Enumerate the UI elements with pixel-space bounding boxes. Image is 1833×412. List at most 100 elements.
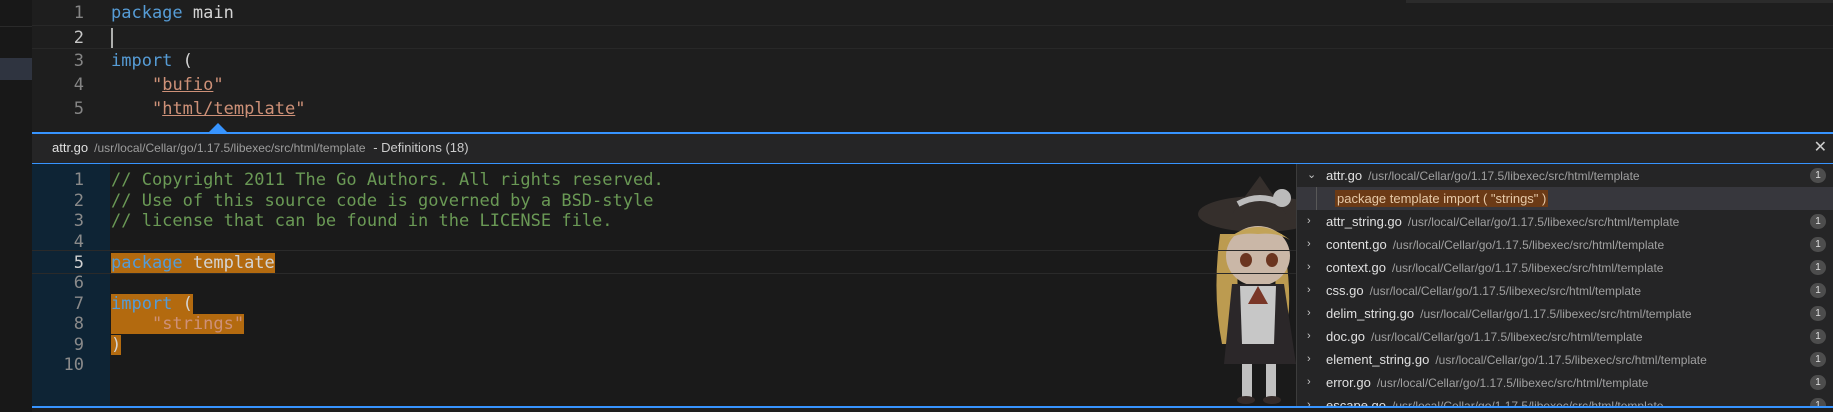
reference-match-item[interactable]: package template import ( "strings" ) bbox=[1297, 187, 1833, 210]
reference-file-name: css.go bbox=[1326, 283, 1364, 298]
code-token: main bbox=[182, 3, 234, 23]
reference-file-label: doc.go/usr/local/Cellar/go/1.17.5/libexe… bbox=[1326, 325, 1643, 349]
code-token: ( bbox=[172, 51, 193, 71]
reference-count-badge: 1 bbox=[1810, 283, 1826, 298]
reference-file-name: attr_string.go bbox=[1326, 214, 1402, 229]
close-icon[interactable]: ✕ bbox=[1814, 134, 1827, 162]
tree-indent-guide bbox=[1316, 187, 1317, 210]
reference-file-name: escape.go bbox=[1326, 398, 1386, 406]
code-token: import bbox=[111, 293, 173, 314]
activity-divider bbox=[0, 26, 32, 27]
reference-file-item[interactable]: › attr_string.go/usr/local/Cellar/go/1.17… bbox=[1297, 210, 1833, 233]
code-token: // Copyright 2011 The Go Authors. All ri… bbox=[111, 170, 664, 190]
reference-file-name: element_string.go bbox=[1326, 352, 1430, 367]
chevron-right-icon[interactable]: › bbox=[1307, 210, 1311, 233]
line-number: 2 bbox=[73, 28, 84, 48]
code-token bbox=[111, 314, 152, 335]
reference-match-text: package template import ( "strings" ) bbox=[1335, 190, 1549, 207]
reference-count-badge: 1 bbox=[1810, 260, 1826, 275]
chevron-right-icon[interactable]: › bbox=[1307, 279, 1311, 302]
reference-file-name: error.go bbox=[1326, 375, 1371, 390]
peek-pointer-arrow bbox=[209, 123, 227, 132]
main-editor[interactable]: 1 package main 2 3 import (4 "bufio" 5 "html/… bbox=[32, 0, 1833, 132]
code-text: "bufio" bbox=[111, 73, 224, 97]
reference-count-badge: 1 bbox=[1810, 398, 1826, 406]
chevron-right-icon[interactable]: › bbox=[1307, 233, 1311, 256]
code-token: " bbox=[295, 99, 306, 119]
reference-file-label: attr_string.go/usr/local/Cellar/go/1.17.… bbox=[1326, 210, 1679, 234]
code-text: import ( bbox=[111, 49, 193, 73]
code-text: package main bbox=[111, 1, 234, 25]
chevron-right-icon[interactable]: › bbox=[1307, 348, 1311, 371]
reference-file-path: /usr/local/Cellar/go/1.17.5/libexec/src/… bbox=[1435, 353, 1707, 367]
line-number: 5 bbox=[73, 99, 84, 119]
reference-file-item[interactable]: › element_string.go/usr/local/Cellar/go/1… bbox=[1297, 348, 1833, 371]
reference-file-path: /usr/local/Cellar/go/1.17.5/libexec/src/… bbox=[1369, 284, 1642, 298]
chevron-right-icon[interactable]: › bbox=[1307, 371, 1311, 394]
reference-file-path: /usr/local/Cellar/go/1.17.5/libexec/src/… bbox=[1392, 238, 1665, 252]
peek-file-name: attr.go bbox=[52, 140, 89, 155]
reference-file-name: context.go bbox=[1326, 260, 1386, 275]
peek-references-tree[interactable]: ⌄ attr.go/usr/local/Cellar/go/1.17.5/libe… bbox=[1296, 164, 1833, 406]
reference-file-path: /usr/local/Cellar/go/1.17.5/libexec/src/… bbox=[1407, 215, 1680, 229]
code-token: " bbox=[213, 75, 224, 95]
code-token: ) bbox=[111, 334, 122, 355]
reference-file-item[interactable]: › context.go/usr/local/Cellar/go/1.17.5/l… bbox=[1297, 256, 1833, 279]
code-line[interactable]: 1 package main bbox=[32, 1, 1833, 25]
peek-code-line[interactable]: 10 bbox=[32, 353, 1296, 377]
chevron-right-icon[interactable]: › bbox=[1307, 302, 1311, 325]
reference-file-item[interactable]: › doc.go/usr/local/Cellar/go/1.17.5/libex… bbox=[1297, 325, 1833, 348]
code-token: "strings" bbox=[151, 314, 245, 335]
reference-file-path: /usr/local/Cellar/go/1.17.5/libexec/src/… bbox=[1420, 307, 1692, 321]
code-token: ( bbox=[172, 293, 193, 314]
reference-file-name: delim_string.go bbox=[1326, 306, 1415, 321]
reference-file-name: doc.go bbox=[1326, 329, 1366, 344]
reference-file-label: element_string.go/usr/local/Cellar/go/1.… bbox=[1326, 348, 1707, 372]
reference-count-badge: 1 bbox=[1810, 352, 1826, 367]
code-line[interactable]: 3 import ( bbox=[32, 49, 1833, 73]
reference-file-item[interactable]: ⌄ attr.go/usr/local/Cellar/go/1.17.5/libe… bbox=[1297, 164, 1833, 187]
reference-count-badge: 1 bbox=[1810, 306, 1826, 321]
chevron-down-icon[interactable]: ⌄ bbox=[1307, 164, 1316, 187]
reference-file-label: delim_string.go/usr/local/Cellar/go/1.17… bbox=[1326, 302, 1692, 326]
code-text: "html/template" bbox=[111, 97, 306, 121]
chevron-right-icon[interactable]: › bbox=[1307, 394, 1311, 406]
activity-item-selected[interactable] bbox=[0, 58, 32, 80]
reference-file-item[interactable]: › escape.go/usr/local/Cellar/go/1.17.5/li… bbox=[1297, 394, 1833, 406]
activity-bar bbox=[0, 0, 32, 412]
chevron-right-icon[interactable]: › bbox=[1307, 325, 1311, 348]
code-line[interactable]: 4 "bufio" bbox=[32, 73, 1833, 97]
reference-file-path: /usr/local/Cellar/go/1.17.5/libexec/src/… bbox=[1392, 399, 1664, 406]
code-line[interactable]: 5 "html/template" bbox=[32, 97, 1833, 121]
code-token: " bbox=[151, 99, 163, 119]
reference-file-item[interactable]: › error.go/usr/local/Cellar/go/1.17.5/lib… bbox=[1297, 371, 1833, 394]
peek-file-path: /usr/local/Cellar/go/1.17.5/libexec/src/… bbox=[94, 141, 366, 155]
code-token: // license that can be found in the LICE… bbox=[111, 211, 613, 232]
reference-count-badge: 1 bbox=[1810, 237, 1826, 252]
reference-count-badge: 1 bbox=[1810, 168, 1826, 183]
reference-file-item[interactable]: › content.go/usr/local/Cellar/go/1.17.5/l… bbox=[1297, 233, 1833, 256]
reference-count-badge: 1 bbox=[1810, 375, 1826, 390]
line-number: 3 bbox=[73, 51, 84, 71]
text-cursor bbox=[111, 28, 113, 48]
code-line[interactable]: 2 bbox=[32, 25, 1833, 49]
reference-file-label: css.go/usr/local/Cellar/go/1.17.5/libexe… bbox=[1326, 279, 1641, 303]
chevron-right-icon[interactable]: › bbox=[1307, 256, 1311, 279]
peek-definitions-widget: attr.go/usr/local/Cellar/go/1.17.5/libex… bbox=[32, 132, 1833, 408]
reference-count-badge: 1 bbox=[1810, 214, 1826, 229]
peek-editor[interactable]: 1// Copyright 2011 The Go Authors. All r… bbox=[32, 164, 1296, 406]
peek-title: attr.go/usr/local/Cellar/go/1.17.5/libex… bbox=[52, 134, 469, 162]
code-token: package bbox=[111, 3, 183, 23]
code-token: html/template bbox=[162, 99, 296, 119]
code-token: " bbox=[151, 75, 163, 95]
reference-file-label: error.go/usr/local/Cellar/go/1.17.5/libe… bbox=[1326, 371, 1648, 395]
peek-header: attr.go/usr/local/Cellar/go/1.17.5/libex… bbox=[32, 134, 1833, 164]
reference-file-path: /usr/local/Cellar/go/1.17.5/libexec/src/… bbox=[1368, 169, 1640, 183]
reference-file-name: content.go bbox=[1326, 237, 1387, 252]
reference-file-item[interactable]: › delim_string.go/usr/local/Cellar/go/1.1… bbox=[1297, 302, 1833, 325]
peek-definitions-count: - Definitions (18) bbox=[373, 140, 469, 155]
reference-count-badge: 1 bbox=[1810, 329, 1826, 344]
reference-file-item[interactable]: › css.go/usr/local/Cellar/go/1.17.5/libex… bbox=[1297, 279, 1833, 302]
reference-file-path: /usr/local/Cellar/go/1.17.5/libexec/src/… bbox=[1376, 376, 1649, 390]
